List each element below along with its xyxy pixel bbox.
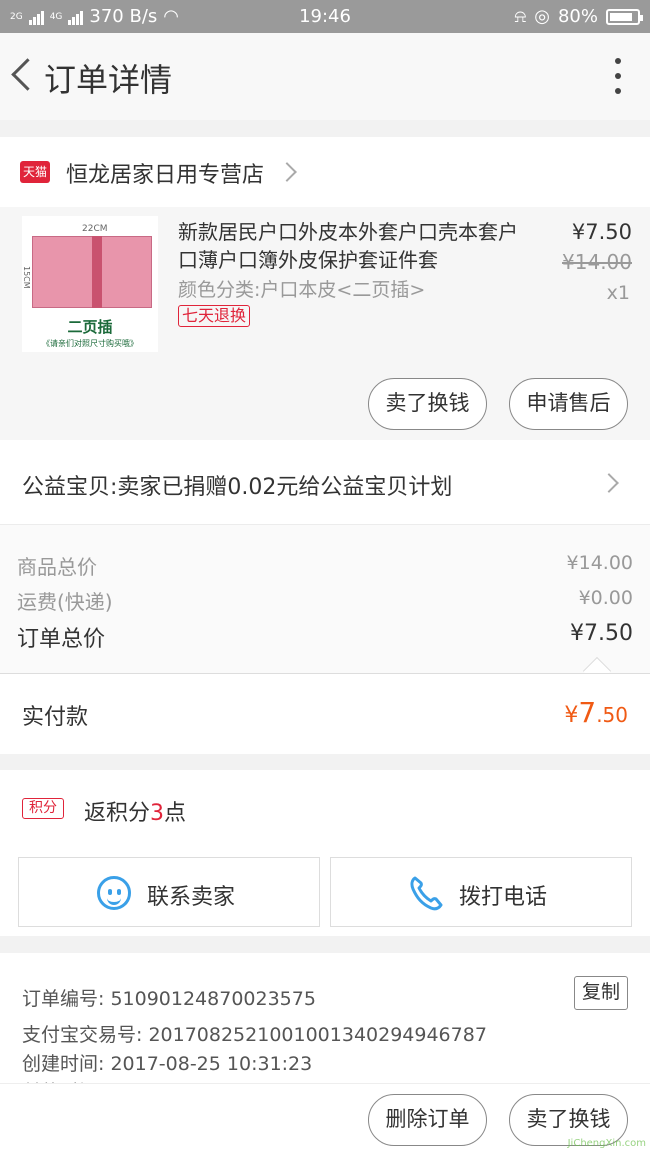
battery-icon (606, 8, 643, 25)
shop-name[interactable]: 恒龙居家日用专营店 (66, 157, 264, 189)
product-price: ¥7.50 (571, 220, 632, 244)
goods-total-value: ¥14.00 (566, 552, 633, 574)
contact-seller-label: 联系卖家 (147, 885, 236, 910)
goods-total-label: 商品总价 (17, 555, 97, 579)
sell-for-cash-button[interactable]: 卖了换钱 (368, 378, 487, 430)
created-time: 创建时间: 2017-08-25 10:31:23 (22, 1053, 313, 1075)
seven-day-return-badge: 七天退换 (178, 305, 251, 327)
payment-integer: 7 (578, 696, 597, 729)
delete-order-button[interactable]: 删除订单 (368, 1094, 487, 1146)
points-badge: 积分 (22, 798, 64, 819)
actual-payment-value: ¥7.50 (564, 696, 628, 729)
image-dimension-height: 15CM (22, 266, 31, 289)
currency-symbol: ¥ (564, 703, 579, 728)
page-title: 订单详情 (44, 61, 173, 99)
status-bar: 2G 4G 370 B/s ◠ 19:46 ⍾ ◎ 80% (0, 0, 650, 33)
points-text: 返积分3点 (84, 795, 186, 827)
order-total-label: 订单总价 (17, 627, 106, 652)
image-caption: 二页插 (67, 318, 113, 336)
order-number: 订单编号: 51090124870023575 (22, 988, 316, 1010)
actual-payment-label: 实付款 (22, 705, 89, 730)
product-strip-graphic (92, 236, 102, 308)
points-row: 积分 返积分3点 (0, 770, 650, 848)
order-info: 订单编号: 51090124870023575 复制 支付宝交易号: 20170… (0, 953, 650, 1103)
chevron-right-icon (599, 473, 619, 493)
product-spec: 颜色分类:户口本皮<二页插> (178, 279, 426, 301)
chat-smile-icon (97, 876, 131, 910)
product-item[interactable]: 22CM 15CM 二页插 《请亲们对照尺寸购买哦》 新款居民户口外皮本外套户口… (0, 207, 650, 440)
mute-icon: ⍾ (514, 6, 527, 27)
shop-row[interactable]: 天猫 恒龙居家日用专营店 (0, 137, 650, 207)
actual-payment-row: 实付款 ¥7.50 (0, 674, 650, 754)
points-count: 3 (150, 801, 165, 826)
payment-decimal: .50 (596, 703, 628, 727)
site-watermark: JiChengXin.com (567, 1138, 646, 1149)
order-total-value: ¥7.50 (570, 621, 633, 646)
product-original-price: ¥14.00 (562, 250, 632, 274)
tmall-logo: 天猫 (20, 161, 50, 183)
product-title[interactable]: 新款居民户口外皮本外套户口壳本套户口薄户口簿外皮保护套证件套 (178, 218, 518, 274)
points-prefix: 返积分 (84, 801, 151, 826)
call-phone-label: 拨打电话 (459, 885, 548, 910)
more-options-icon[interactable] (612, 58, 624, 94)
price-summary: 商品总价 ¥14.00 运费(快递) ¥0.00 订单总价 ¥7.50 (0, 525, 650, 686)
charity-row[interactable]: 公益宝贝:卖家已捐赠0.02元给公益宝贝计划 (0, 440, 650, 524)
back-arrow-icon[interactable] (6, 53, 36, 97)
call-phone-button[interactable]: 拨打电话 (330, 857, 632, 927)
phone-icon (410, 876, 443, 911)
image-subcaption: 《请亲们对照尺寸购买哦》 (42, 339, 138, 348)
product-quantity: x1 (606, 282, 630, 304)
copy-button[interactable]: 复制 (574, 976, 628, 1010)
alipay-trade-number: 支付宝交易号: 2017082521001001340294946787 (22, 1024, 487, 1046)
points-suffix: 点 (164, 801, 187, 826)
shipping-label: 运费(快递) (17, 590, 113, 614)
lock-rotation-icon: ◎ (534, 6, 550, 27)
product-image[interactable]: 22CM 15CM 二页插 《请亲们对照尺寸购买哦》 (22, 216, 158, 352)
contact-seller-button[interactable]: 联系卖家 (18, 857, 320, 927)
charity-text: 公益宝贝:卖家已捐赠0.02元给公益宝贝计划 (22, 475, 453, 500)
chevron-right-icon (277, 162, 297, 182)
bottom-action-bar: 删除订单 卖了换钱 JiChengXin.com (0, 1083, 650, 1155)
shipping-value: ¥0.00 (578, 587, 633, 609)
contact-row: 联系卖家 拨打电话 (0, 848, 650, 936)
battery-percent: 80% (557, 6, 598, 27)
apply-after-sale-button[interactable]: 申请售后 (509, 378, 628, 430)
title-bar: 订单详情 (0, 33, 650, 120)
image-dimension-width: 22CM (82, 224, 108, 234)
